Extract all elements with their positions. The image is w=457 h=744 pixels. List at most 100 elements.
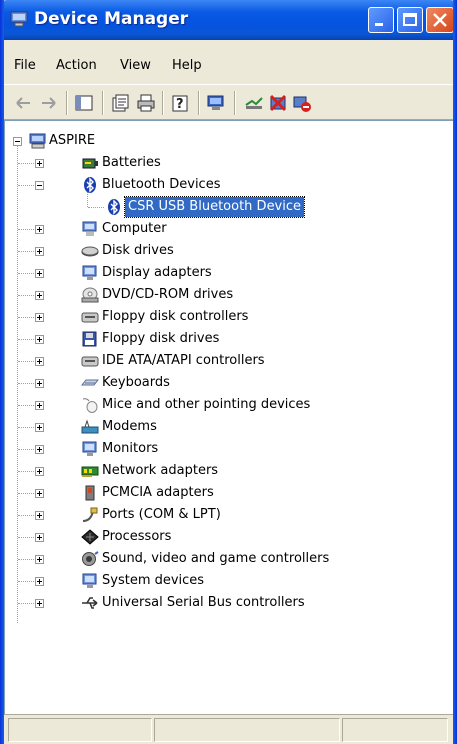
expand-toggle[interactable] xyxy=(35,401,44,410)
usb-icon xyxy=(82,597,98,609)
maximize-icon xyxy=(403,13,417,26)
tree-label: Mice and other pointing devices xyxy=(102,397,311,412)
tree-label: Modems xyxy=(102,419,157,434)
tree-node-floppy[interactable]: Floppy disk drives xyxy=(5,329,445,349)
tree-label: Computer xyxy=(102,221,167,236)
device-tree-panel[interactable]: ASPIRE Batteries Bluetooth Devices CSR U… xyxy=(4,120,453,714)
menu-help[interactable]: Help xyxy=(172,58,202,73)
back-arrow-icon[interactable] xyxy=(14,93,34,113)
tree-node-mice[interactable]: Mice and other pointing devices xyxy=(5,395,445,415)
tree-label: Display adapters xyxy=(102,265,212,280)
expand-toggle[interactable] xyxy=(35,159,44,168)
expand-toggle[interactable] xyxy=(35,533,44,542)
uninstall-icon[interactable] xyxy=(268,93,288,113)
expand-toggle[interactable] xyxy=(35,555,44,564)
toolbar-separator xyxy=(198,91,200,115)
tree-label: ASPIRE xyxy=(49,133,96,148)
expand-toggle[interactable] xyxy=(35,511,44,520)
expand-toggle[interactable] xyxy=(35,269,44,278)
computer-icon xyxy=(29,133,46,149)
dvd-drive-icon xyxy=(81,287,99,303)
expand-toggle[interactable] xyxy=(35,357,44,366)
expand-toggle[interactable] xyxy=(35,313,44,322)
tree-node-monitors[interactable]: Monitors xyxy=(5,439,445,459)
tree-node-system[interactable]: System devices xyxy=(5,571,445,591)
tree-node-bt-device[interactable]: CSR USB Bluetooth Device xyxy=(5,196,445,218)
tree-label: Monitors xyxy=(102,441,159,456)
tree-node-ide[interactable]: IDE ATA/ATAPI controllers xyxy=(5,351,445,371)
expand-toggle[interactable] xyxy=(35,599,44,608)
tree-label: Keyboards xyxy=(102,375,170,390)
menu-view[interactable]: View xyxy=(120,58,151,73)
expand-toggle[interactable] xyxy=(35,225,44,234)
menu-action[interactable]: Action xyxy=(56,58,97,73)
tree-node-network[interactable]: Network adapters xyxy=(5,461,445,481)
tree-label: Batteries xyxy=(102,155,161,170)
speaker-icon xyxy=(82,551,99,566)
device-manager-window: Device Manager File Action View Help ? A… xyxy=(0,0,457,744)
minimize-button[interactable] xyxy=(368,7,394,33)
expand-toggle[interactable] xyxy=(35,445,44,454)
show-hide-console-tree-icon[interactable] xyxy=(74,93,94,113)
update-driver-icon[interactable] xyxy=(244,93,264,113)
menu-bar: File Action View Help xyxy=(4,40,453,84)
floppy-drive-icon xyxy=(82,331,97,347)
expand-toggle[interactable] xyxy=(35,335,44,344)
tree-node-computer[interactable]: Computer xyxy=(5,219,445,239)
modem-icon xyxy=(81,419,99,434)
expand-toggle[interactable] xyxy=(35,423,44,432)
expand-toggle[interactable] xyxy=(35,577,44,586)
disk-drive-icon xyxy=(81,246,99,257)
battery-icon xyxy=(82,158,98,169)
forward-arrow-icon[interactable] xyxy=(38,93,58,113)
tree-node-keyboards[interactable]: Keyboards xyxy=(5,373,445,393)
expand-toggle[interactable] xyxy=(35,379,44,388)
tree-node-floppy-controllers[interactable]: Floppy disk controllers xyxy=(5,307,445,327)
toolbar-separator xyxy=(102,91,104,115)
properties-icon[interactable] xyxy=(110,93,130,113)
tree-label-selected: CSR USB Bluetooth Device xyxy=(123,196,306,218)
menu-file[interactable]: File xyxy=(14,58,36,73)
scan-hardware-icon[interactable] xyxy=(206,93,226,113)
pcmcia-card-icon xyxy=(85,485,95,501)
title-bar[interactable]: Device Manager xyxy=(0,0,457,40)
computer-icon xyxy=(82,221,97,236)
toolbar-separator xyxy=(234,91,236,115)
tree-label: PCMCIA adapters xyxy=(102,485,214,500)
print-icon[interactable] xyxy=(136,93,156,113)
tree-node-dvd[interactable]: DVD/CD-ROM drives xyxy=(5,285,445,305)
tree-node-sound[interactable]: Sound, video and game controllers xyxy=(5,549,445,569)
minimize-icon xyxy=(375,23,383,26)
tree-node-batteries[interactable]: Batteries xyxy=(5,153,445,173)
tree-label: Universal Serial Bus controllers xyxy=(102,595,305,610)
tree-node-pcmcia[interactable]: PCMCIA adapters xyxy=(5,483,445,503)
tree-node-display[interactable]: Display adapters xyxy=(5,263,445,283)
collapse-toggle[interactable] xyxy=(13,137,22,146)
tree-node-ports[interactable]: Ports (COM & LPT) xyxy=(5,505,445,525)
disable-device-icon[interactable] xyxy=(292,93,312,113)
mouse-icon xyxy=(82,398,98,413)
tree-node-processors[interactable]: Processors xyxy=(5,527,445,547)
expand-toggle[interactable] xyxy=(35,489,44,498)
close-button[interactable] xyxy=(426,7,454,33)
controller-icon xyxy=(81,356,99,367)
expand-toggle[interactable] xyxy=(35,291,44,300)
bluetooth-icon xyxy=(108,199,120,215)
expand-toggle[interactable] xyxy=(35,247,44,256)
tree-label: Bluetooth Devices xyxy=(102,177,221,192)
help-icon[interactable]: ? xyxy=(170,93,190,113)
tree-node-modems[interactable]: Modems xyxy=(5,417,445,437)
toolbar-separator xyxy=(162,91,164,115)
expand-toggle[interactable] xyxy=(35,467,44,476)
tree-node-usb[interactable]: Universal Serial Bus controllers xyxy=(5,593,445,613)
tree-label: IDE ATA/ATAPI controllers xyxy=(102,353,265,368)
tree-node-root[interactable]: ASPIRE xyxy=(5,131,445,151)
tree-node-disk[interactable]: Disk drives xyxy=(5,241,445,261)
close-icon xyxy=(433,13,447,27)
toolbar-separator xyxy=(66,91,68,115)
monitor-icon xyxy=(82,441,97,456)
maximize-button[interactable] xyxy=(397,7,423,33)
collapse-toggle[interactable] xyxy=(35,181,44,190)
tree-node-bluetooth[interactable]: Bluetooth Devices xyxy=(5,175,445,195)
svg-text:?: ? xyxy=(176,97,184,112)
